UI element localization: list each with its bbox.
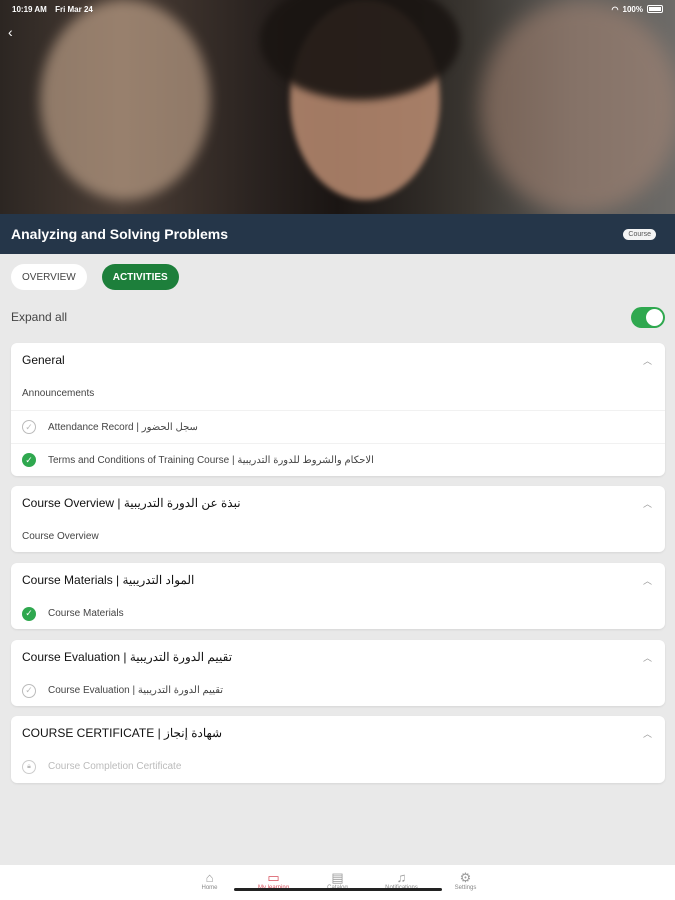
course-type-badge: Course	[623, 228, 656, 240]
nav-label: Home	[201, 885, 218, 891]
section-header[interactable]: Course Materials | المواد التدريبية ︿	[11, 563, 665, 597]
chevron-left-icon: ‹	[8, 24, 13, 40]
section-title: Course Overview | نبذة عن الدورة التدريب…	[22, 496, 241, 510]
nav-settings[interactable]: ⚙ Settings	[446, 871, 486, 900]
catalog-icon: ▤	[331, 870, 344, 885]
activity-row[interactable]: ✓ Attendance Record | سجل الحضور	[11, 410, 665, 443]
chevron-up-icon: ︿	[642, 355, 652, 366]
activity-row: 🔒︎ Course Completion Certificate	[11, 750, 665, 783]
chevron-up-icon: ︿	[642, 575, 652, 586]
chevron-up-icon: ︿	[642, 498, 652, 509]
status-bar: 10:19 AM Fri Mar 24 ◠ 100%	[0, 0, 675, 18]
check-circle-outline-icon: ✓	[22, 420, 36, 434]
activity-label: Announcements	[22, 388, 95, 399]
home-icon: ⌂	[205, 870, 214, 885]
tab-overview[interactable]: OVERVIEW	[11, 264, 87, 290]
expand-all-label: Expand all	[11, 310, 68, 324]
chevron-up-icon: ︿	[642, 728, 652, 739]
section-header[interactable]: Course Overview | نبذة عن الدورة التدريب…	[11, 486, 665, 520]
lock-icon: 🔒︎	[22, 759, 36, 774]
nav-label: Settings	[454, 885, 477, 891]
section-course-evaluation: Course Evaluation | تقييم الدورة التدريب…	[11, 640, 665, 706]
nav-home[interactable]: ⌂ Home	[190, 871, 230, 900]
activity-row[interactable]: Announcements	[11, 377, 665, 410]
activity-row[interactable]: ✓ Course Materials	[11, 597, 665, 630]
activity-label: Attendance Record | سجل الحضور	[48, 421, 198, 433]
activity-label: Course Completion Certificate	[48, 761, 182, 772]
section-title: Course Materials | المواد التدريبية	[22, 573, 195, 587]
battery-level: 100%	[622, 4, 643, 14]
activity-label: Course Overview	[22, 531, 99, 542]
nav-notifications[interactable]: ♫ Notifications	[382, 871, 422, 900]
section-title: COURSE CERTIFICATE | شهادة إنجاز	[22, 726, 223, 740]
activity-row[interactable]: ✓ Course Evaluation | تقييم الدورة التدر…	[11, 674, 665, 707]
section-course-materials: Course Materials | المواد التدريبية ︿ ✓ …	[11, 563, 665, 629]
nav-catalog[interactable]: ▤ Catalog	[318, 871, 358, 900]
gear-icon: ⚙	[459, 870, 472, 885]
section-course-overview: Course Overview | نبذة عن الدورة التدريب…	[11, 486, 665, 552]
bell-icon: ♫	[396, 870, 407, 885]
section-title: Course Evaluation | تقييم الدورة التدريب…	[22, 650, 233, 664]
toggle-knob	[646, 308, 663, 326]
status-date: Fri Mar 24	[55, 4, 93, 14]
check-circle-outline-icon: ✓	[22, 683, 36, 698]
wifi-icon: ◠	[611, 4, 619, 14]
section-header[interactable]: Course Evaluation | تقييم الدورة التدريب…	[11, 640, 665, 674]
activity-row[interactable]: ✓ Terms and Conditions of Training Cours…	[11, 443, 665, 476]
expand-all-toggle[interactable]	[631, 306, 665, 328]
activity-label: Course Evaluation | تقييم الدورة التدريب…	[48, 685, 224, 696]
check-circle-filled-icon: ✓	[22, 453, 36, 467]
section-header[interactable]: COURSE CERTIFICATE | شهادة إنجاز ︿	[11, 716, 665, 750]
section-header[interactable]: General ︿	[11, 343, 665, 377]
activity-label: Terms and Conditions of Training Course …	[48, 454, 374, 466]
battery-icon	[647, 5, 663, 13]
activity-row[interactable]: Course Overview	[11, 520, 665, 553]
check-circle-filled-icon: ✓	[22, 606, 36, 621]
section-title: General	[22, 353, 65, 367]
activity-label: Course Materials	[48, 608, 124, 619]
tab-activities[interactable]: ACTIVITIES	[101, 264, 179, 290]
section-general: General ︿ Announcements ✓ Attendance Rec…	[11, 343, 665, 476]
nav-my-learning[interactable]: ▭ My learning	[254, 871, 294, 900]
course-tabs: OVERVIEW ACTIVITIES	[11, 264, 179, 290]
home-indicator	[234, 888, 442, 891]
course-banner-image	[0, 0, 675, 214]
back-button[interactable]: ‹	[8, 24, 24, 40]
section-course-certificate: COURSE CERTIFICATE | شهادة إنجاز ︿ 🔒︎ Co…	[11, 716, 665, 783]
book-icon: ▭	[267, 870, 280, 885]
expand-all-row: Expand all	[11, 305, 665, 329]
course-title-bar: Analyzing and Solving Problems Course	[0, 214, 675, 254]
chevron-up-icon: ︿	[642, 652, 652, 663]
bottom-navigation: ⌂ Home ▭ My learning ▤ Catalog ♫ Notific…	[0, 865, 675, 900]
course-title: Analyzing and Solving Problems	[11, 226, 229, 242]
status-time: 10:19 AM	[12, 4, 47, 14]
